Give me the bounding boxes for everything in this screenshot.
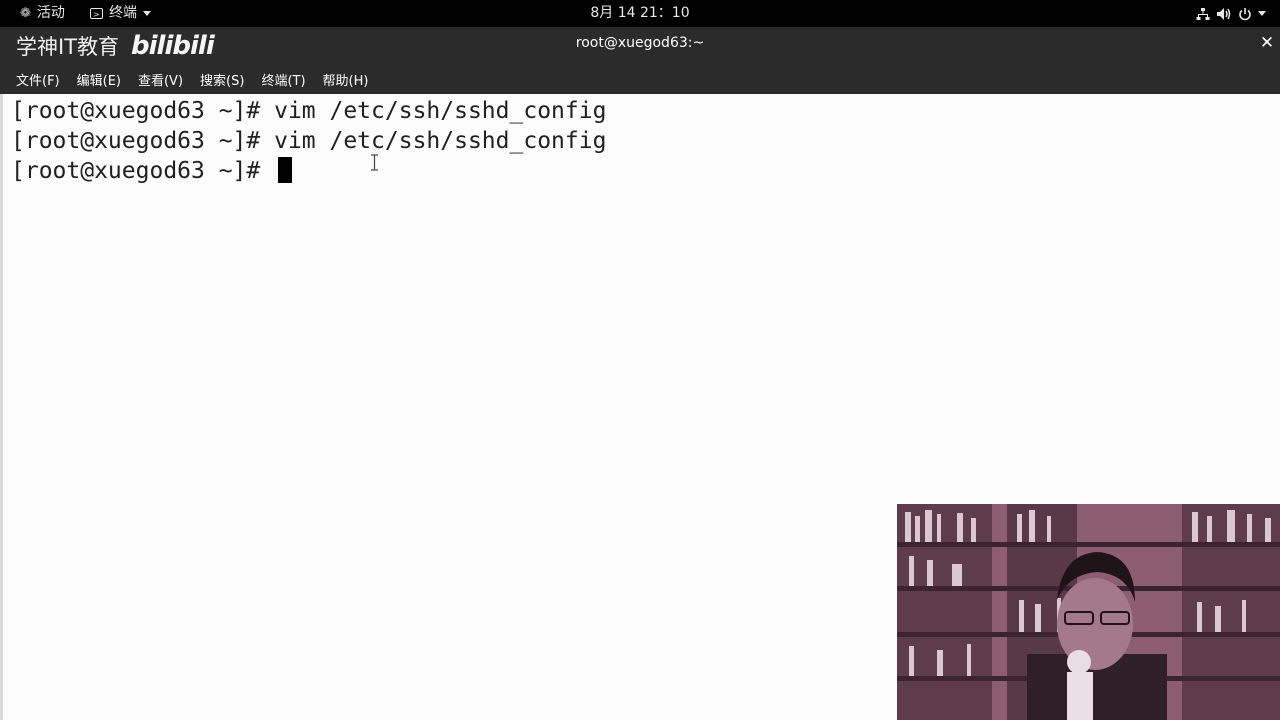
- window-edge: [0, 94, 3, 720]
- network-icon: [1196, 7, 1210, 20]
- terminal-prompt: [root@xuegod63 ~]#: [11, 158, 275, 184]
- app-menu-label: 终端: [109, 5, 137, 21]
- terminal-prompt-line[interactable]: [root@xuegod63 ~]#: [11, 156, 293, 186]
- webcam-overlay: [897, 504, 1280, 720]
- terminal-icon: >: [90, 8, 103, 19]
- clock-area: 8月 14 21：10: [0, 0, 1280, 27]
- gnome-top-bar: ❁ 活动 > 终端 8月 14 21：10: [0, 0, 1280, 27]
- window-titlebar[interactable]: 学神IT教育 bilibili root@xuegod63:~ ✕: [0, 27, 1280, 64]
- ibeam-cursor-icon: [371, 154, 378, 171]
- window-title: root@xuegod63:~: [575, 35, 705, 51]
- activities-button[interactable]: ❁ 活动: [20, 0, 65, 27]
- app-menu-terminal[interactable]: > 终端: [90, 0, 151, 27]
- menu-bar: 文件(F) 编辑(E) 查看(V) 搜索(S) 终端(T) 帮助(H): [0, 64, 1280, 94]
- menu-terminal[interactable]: 终端(T): [261, 70, 305, 89]
- close-icon[interactable]: ✕: [1258, 33, 1276, 53]
- menu-view[interactable]: 查看(V): [138, 70, 183, 89]
- terminal-line: [root@xuegod63 ~]# vim /etc/ssh/sshd_con…: [11, 128, 607, 154]
- activities-icon: ❁: [20, 6, 31, 21]
- text-cursor: [278, 157, 293, 183]
- activities-label: 活动: [36, 5, 65, 21]
- clock[interactable]: 8月 14 21：10: [590, 0, 689, 27]
- menu-edit[interactable]: 编辑(E): [77, 70, 121, 89]
- menu-help[interactable]: 帮助(H): [323, 70, 369, 89]
- menu-file[interactable]: 文件(F): [16, 70, 60, 89]
- chevron-down-icon: [143, 11, 151, 16]
- menu-search[interactable]: 搜索(S): [200, 70, 244, 89]
- webcam-image: [897, 504, 1280, 720]
- volume-icon: [1217, 7, 1231, 20]
- power-icon: [1239, 7, 1251, 20]
- system-tray[interactable]: [1196, 0, 1266, 27]
- chevron-down-icon: [1258, 11, 1266, 16]
- terminal-line: [root@xuegod63 ~]# vim /etc/ssh/sshd_con…: [11, 98, 607, 124]
